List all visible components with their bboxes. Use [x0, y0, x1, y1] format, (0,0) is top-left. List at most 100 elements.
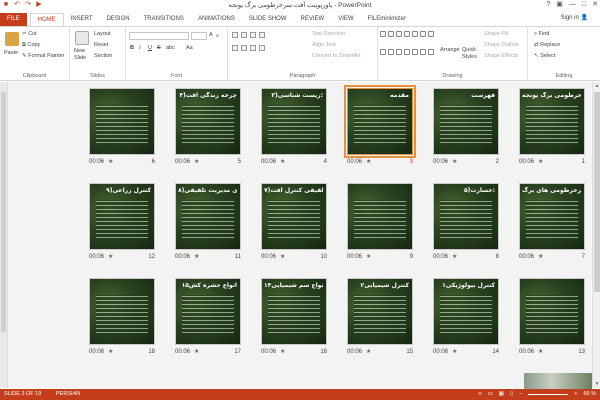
- paste-button[interactable]: Paste: [4, 50, 18, 56]
- help-button[interactable]: ?: [546, 0, 550, 10]
- animation-star-icon[interactable]: ★: [452, 253, 457, 260]
- slide-thumbnail[interactable]: ۸)روش های مدیریت تلفیقی: [175, 183, 241, 250]
- tab-design[interactable]: DESIGN: [100, 13, 137, 26]
- shape-flowchart-icon[interactable]: [420, 49, 426, 55]
- close-button[interactable]: ✕: [592, 0, 598, 10]
- change-case-button[interactable]: Aa: [186, 45, 193, 51]
- left-pane-scrollbar[interactable]: [0, 82, 8, 388]
- bullets-icon[interactable]: [232, 32, 238, 38]
- shape-fill-button[interactable]: Shape Fill: [484, 31, 508, 37]
- convert-smartart-button[interactable]: Convert to SmartArt: [312, 53, 361, 59]
- minimize-button[interactable]: —: [569, 0, 576, 10]
- arrange-button[interactable]: Arrange: [440, 47, 460, 53]
- cut-button[interactable]: ✂ Cut: [22, 31, 37, 37]
- shape-triangle-icon[interactable]: [412, 31, 418, 37]
- slide-thumbnail[interactable]: ۱کنترل بیولوژیکی: [433, 278, 499, 345]
- reading-view-icon[interactable]: ▯: [510, 389, 513, 400]
- tab-slide-show[interactable]: SLIDE SHOW: [242, 13, 294, 26]
- slide-sorter-view-icon[interactable]: ▦: [499, 389, 504, 400]
- slide-thumbnail[interactable]: [89, 88, 155, 155]
- shape-line-icon[interactable]: [388, 31, 394, 37]
- ribbon-display-button[interactable]: ▣: [556, 0, 563, 10]
- zoom-slider[interactable]: [528, 394, 569, 395]
- new-slide-button[interactable]: New: [74, 48, 85, 54]
- shadow-button[interactable]: abc: [166, 45, 175, 51]
- tab-file[interactable]: FILE: [0, 13, 27, 26]
- grow-font-button[interactable]: A: [209, 32, 213, 38]
- scroll-down-icon[interactable]: ▼: [594, 381, 600, 387]
- copy-button[interactable]: ⧉ Copy: [22, 42, 40, 49]
- shape-curve-icon[interactable]: [388, 49, 394, 55]
- shape-effects-button[interactable]: Shape Effects: [484, 53, 518, 59]
- select-button[interactable]: ↖ Select: [534, 53, 555, 59]
- normal-view-icon[interactable]: ▭: [488, 389, 493, 400]
- italic-button[interactable]: I: [139, 45, 141, 51]
- language-indicator[interactable]: PERSIAN: [56, 389, 80, 400]
- zoom-in-button[interactable]: +: [574, 389, 577, 400]
- shape-arrow-icon[interactable]: [396, 31, 402, 37]
- restore-button[interactable]: □: [582, 0, 586, 10]
- font-name-box[interactable]: [129, 32, 189, 40]
- animation-star-icon[interactable]: ★: [194, 158, 199, 165]
- slide-thumbnail[interactable]: [89, 278, 155, 345]
- find-button[interactable]: ⌕ Find: [534, 31, 549, 38]
- shape-star-icon[interactable]: [420, 31, 426, 37]
- strikethrough-button[interactable]: S: [157, 45, 161, 51]
- animation-star-icon[interactable]: ★: [538, 158, 543, 165]
- animation-star-icon[interactable]: ★: [538, 253, 543, 260]
- tab-fileminimizer[interactable]: FILEminimizer: [361, 13, 413, 26]
- tab-home[interactable]: HOME: [29, 13, 64, 26]
- tab-review[interactable]: REVIEW: [294, 13, 332, 26]
- justify-icon[interactable]: [259, 45, 265, 51]
- vertical-scrollbar[interactable]: ▲ ▼: [592, 82, 600, 388]
- tab-animations[interactable]: ANIMATIONS: [191, 13, 242, 26]
- increase-indent-icon[interactable]: [259, 32, 265, 38]
- animation-star-icon[interactable]: ★: [194, 253, 199, 260]
- animation-star-icon[interactable]: ★: [108, 348, 113, 355]
- slide-thumbnail[interactable]: [519, 278, 585, 345]
- layout-button[interactable]: Layout: [94, 31, 111, 37]
- reset-button[interactable]: Reset: [94, 42, 108, 48]
- slide-thumbnail[interactable]: سرخرطومی های برگ: [519, 183, 585, 250]
- animation-star-icon[interactable]: ★: [366, 253, 371, 260]
- slide-thumbnail[interactable]: ۱۵انواع حشره کش: [175, 278, 241, 345]
- animation-star-icon[interactable]: ★: [280, 158, 285, 165]
- format-painter-button[interactable]: ✎ Format Painter: [22, 53, 65, 59]
- shape-block-arrow-icon[interactable]: [412, 49, 418, 55]
- animation-star-icon[interactable]: ★: [366, 348, 371, 355]
- notes-icon[interactable]: ≡: [478, 389, 481, 400]
- slide-thumbnail[interactable]: ۳)زیست شناسی:: [261, 88, 327, 155]
- scroll-thumb[interactable]: [594, 92, 600, 292]
- slide-thumbnail[interactable]: [347, 183, 413, 250]
- slide-thumbnail[interactable]: ۲کنترل شیمیایی: [347, 278, 413, 345]
- tab-view[interactable]: VIEW: [331, 13, 360, 26]
- left-scroll-thumb[interactable]: [1, 92, 6, 332]
- replace-button[interactable]: ⇄ Replace: [534, 42, 560, 48]
- animation-star-icon[interactable]: ★: [108, 158, 113, 165]
- animation-star-icon[interactable]: ★: [280, 253, 285, 260]
- scroll-up-icon[interactable]: ▲: [594, 83, 600, 89]
- shape-oval-icon[interactable]: [404, 31, 410, 37]
- align-left-icon[interactable]: [232, 45, 238, 51]
- slide-thumbnail[interactable]: ۹)کنترل زراعی: [89, 183, 155, 250]
- underline-button[interactable]: U: [148, 45, 152, 51]
- zoom-out-button[interactable]: −: [519, 389, 522, 400]
- zoom-level[interactable]: 66 %: [583, 389, 596, 400]
- tab-transitions[interactable]: TRANSITIONS: [137, 13, 191, 26]
- section-button[interactable]: Section: [94, 53, 112, 59]
- animation-star-icon[interactable]: ★: [452, 348, 457, 355]
- slide-thumbnail[interactable]: فهرست: [433, 88, 499, 155]
- animation-star-icon[interactable]: ★: [108, 253, 113, 260]
- tab-insert[interactable]: INSERT: [64, 13, 100, 26]
- quick-styles-button[interactable]: Quick: [462, 47, 476, 53]
- shape-outline-button[interactable]: Shape Outline: [484, 42, 519, 48]
- slide-thumbnail[interactable]: مقدمه: [344, 85, 416, 158]
- animation-star-icon[interactable]: ★: [280, 348, 285, 355]
- slide-thumbnail[interactable]: ۵)خسارت:: [433, 183, 499, 250]
- animation-star-icon[interactable]: ★: [452, 158, 457, 165]
- align-text-button[interactable]: Align Text: [312, 42, 336, 48]
- font-size-box[interactable]: [191, 32, 207, 40]
- align-center-icon[interactable]: [241, 45, 247, 51]
- shape-rectangle-icon[interactable]: [380, 31, 386, 37]
- shapes-gallery[interactable]: [380, 31, 438, 65]
